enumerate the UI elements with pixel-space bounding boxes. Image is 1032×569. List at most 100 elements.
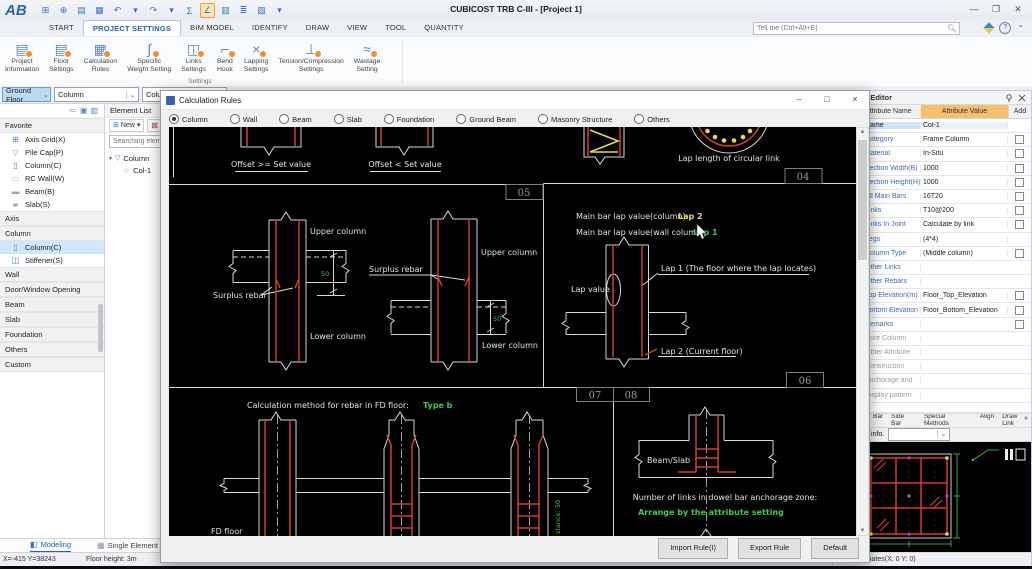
dialog-close-button[interactable]: × <box>841 91 869 109</box>
window-restore-button[interactable]: ❐ <box>986 2 1006 16</box>
ribbon-calculation-rules[interactable]: ▦ Calculation Rules <box>79 37 123 74</box>
tree-expand-icon[interactable]: ▾ <box>109 155 112 162</box>
new-element-button[interactable]: ⊞New▾ <box>109 119 144 132</box>
element-navigation-panel: ≔ ▣ ▥ Favorite ⊞ Axis Grid(X) ▽ Pile Cap… <box>0 104 105 538</box>
close-icon[interactable] <box>1018 94 1026 102</box>
nav-item-column[interactable]: ▯ Column(C) <box>0 241 104 254</box>
ribbon-bend-hook[interactable]: ⌐ Bend Hook <box>211 37 239 74</box>
canvas-scrollbar[interactable]: ▲ ▼ <box>856 127 869 536</box>
element-type-select[interactable]: Column⌄ <box>54 87 139 102</box>
radio-ground-beam[interactable]: Ground Beam <box>456 114 516 124</box>
tab-identify[interactable]: IDENTIFY <box>243 20 297 36</box>
add-checkbox[interactable] <box>1015 320 1024 329</box>
ribbon-links-settings[interactable]: ◫ Links Settings <box>176 37 211 74</box>
floor-select[interactable]: Ground Floor⌄ <box>2 87 51 102</box>
nav-section-foundation[interactable]: Foundation <box>0 327 104 342</box>
scrollbar-thumb[interactable] <box>858 140 867 260</box>
collapse-view-icon[interactable]: ▥ <box>90 106 98 115</box>
feedback-icon[interactable] <box>984 22 995 33</box>
tab-modeling[interactable]: ◧Modeling <box>30 538 71 553</box>
tab-start[interactable]: START <box>40 20 83 36</box>
info-select[interactable]: ⌄ <box>888 428 950 441</box>
tab-quantity[interactable]: QUANTITY <box>415 20 473 36</box>
favorite-star-icon[interactable]: ☆ <box>123 166 130 175</box>
nav-section-others[interactable]: Others <box>0 342 104 357</box>
tab-project-settings[interactable]: PROJECT SETTINGS <box>83 20 181 36</box>
nav-item-pile-cap[interactable]: ▽ Pile Cap(P) <box>0 146 104 159</box>
tab-tool[interactable]: TOOL <box>376 20 415 36</box>
subtab-side-bar[interactable]: Side Bar <box>891 413 916 427</box>
add-checkbox[interactable] <box>1015 220 1024 229</box>
add-checkbox[interactable] <box>1015 178 1024 187</box>
offset-lt-label: Offset < Set value <box>368 160 441 169</box>
add-checkbox[interactable] <box>1015 249 1024 258</box>
dialog-title-bar[interactable]: Calculation Rules –□× <box>161 91 869 110</box>
add-checkbox[interactable] <box>1015 306 1024 315</box>
subtab-bar[interactable]: Bar <box>873 413 883 427</box>
ribbon-floor-settings[interactable]: ▤ Floor Settings <box>44 37 79 74</box>
dialog-app-icon <box>166 96 175 105</box>
radio-wall[interactable]: Wall <box>230 114 257 124</box>
nav-item-stiffener[interactable]: ◫ Stiffener(S) <box>0 254 104 267</box>
dialog-minimize-button[interactable]: – <box>785 91 813 109</box>
collapse-ribbon-icon[interactable]: ⌃ <box>1017 24 1024 33</box>
ribbon-wastage-setting[interactable]: ≈ Wastage Setting <box>349 37 386 74</box>
nav-section-custom[interactable]: Custom <box>0 357 104 372</box>
nav-scrollbar-thumb[interactable] <box>98 304 103 352</box>
nav-item-column-favorite[interactable]: ▯ Column(C) <box>0 159 104 172</box>
import-rule-button[interactable]: Import Rule(I) <box>658 538 728 559</box>
nav-section-wall[interactable]: Wall <box>0 267 104 282</box>
nav-section-axis[interactable]: Axis <box>0 211 104 226</box>
rules-diagram-canvas[interactable]: 05 04 06 07 08 Offset >= Set val <box>169 127 856 536</box>
sub-toolbar-more-icon[interactable]: » <box>1024 415 1028 422</box>
add-checkbox[interactable] <box>1015 206 1024 215</box>
ribbon-button-icon: ∫ <box>140 40 158 58</box>
ribbon-lapping-settings[interactable]: × Lapping Settings <box>239 37 274 74</box>
nav-section-column[interactable]: Column <box>0 226 104 241</box>
element-type-icon: ▯ <box>9 243 22 252</box>
radio-circle-icon <box>230 114 240 124</box>
nav-item-beam[interactable]: ▬ Beam(B) <box>0 185 104 198</box>
window-close-button[interactable]: ✕ <box>1008 2 1028 16</box>
default-button[interactable]: Default <box>811 538 859 559</box>
scroll-up-icon[interactable]: ▲ <box>857 129 868 135</box>
window-minimize-button[interactable]: — <box>964 2 984 16</box>
nav-section-door-window-opening[interactable]: Door/Window Opening <box>0 282 104 297</box>
nav-item-axis-grid[interactable]: ⊞ Axis Grid(X) <box>0 133 104 146</box>
subtab-special-methods[interactable]: Special Methods <box>924 413 972 427</box>
nav-section-slab[interactable]: Slab <box>0 312 104 327</box>
list-view-icon[interactable]: ≔ <box>69 106 77 115</box>
add-checkbox[interactable] <box>1015 192 1024 201</box>
ribbon-project-information[interactable]: ▤ Project Information <box>0 37 44 74</box>
tab-draw[interactable]: DRAW <box>297 20 338 36</box>
subtab-align[interactable]: Align <box>980 413 994 427</box>
nav-item-rc-wall[interactable]: ▭ RC Wall(W) <box>0 172 104 185</box>
radio-others[interactable]: Others <box>634 114 670 124</box>
radio-slab[interactable]: Slab <box>334 114 362 124</box>
nav-item-slab[interactable]: ▰ Slab(S) <box>0 198 104 211</box>
add-checkbox[interactable] <box>1015 291 1024 300</box>
add-checkbox[interactable] <box>1015 135 1024 144</box>
tab-view[interactable]: VIEW <box>338 20 376 36</box>
ribbon-specific-weight-setting[interactable]: ∫ Specific Weight Setting <box>122 37 176 74</box>
add-checkbox[interactable] <box>1015 164 1024 173</box>
radio-circle-icon <box>384 114 394 124</box>
element-type-icon: ▽ <box>9 148 22 157</box>
help-icon[interactable]: ? <box>999 22 1011 34</box>
tab-bim-model[interactable]: BIM MODEL <box>181 20 243 36</box>
dowel-links-note: Number of links in dowel bar anchorage z… <box>633 493 818 502</box>
nav-section-beam[interactable]: Beam <box>0 297 104 312</box>
add-checkbox[interactable] <box>1015 149 1024 158</box>
dialog-maximize-button[interactable]: □ <box>813 91 841 109</box>
tellme-input[interactable] <box>754 25 947 32</box>
nav-section-favorite[interactable]: Favorite <box>0 118 104 133</box>
ribbon-tension-compression-settings[interactable]: ⊥ Tension/Compression Settings <box>273 37 348 74</box>
radio-foundation[interactable]: Foundation <box>384 114 435 124</box>
boxed-view-icon[interactable]: ▣ <box>80 106 88 115</box>
radio-masonry-structure[interactable]: Masonry Structure <box>538 114 612 124</box>
radio-column[interactable]: Column <box>169 114 208 124</box>
export-rule-button[interactable]: Export Rule <box>738 538 801 559</box>
pin-icon[interactable] <box>1005 94 1013 102</box>
radio-beam[interactable]: Beam <box>279 114 312 124</box>
tab-single-element[interactable]: ▦Single Element <box>97 539 158 552</box>
